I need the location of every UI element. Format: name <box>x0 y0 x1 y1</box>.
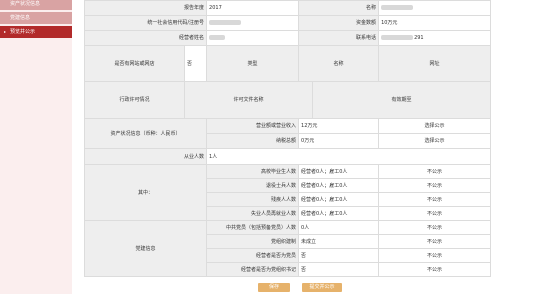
disabled-value: 经营者0人；雇工0人 <box>298 192 380 207</box>
table-row: 资产状况信息（币种：人民币） 营业额或营业收入 12万元 选择公示 <box>83 118 492 149</box>
sidebar-item-preview-publish[interactable]: ▸ 预览并公示 <box>0 26 72 38</box>
sidebar: 资产状况信息 党建信息 ▸ 预览并公示 <box>0 0 72 294</box>
operator-secretary-status: 不公示 <box>378 262 492 277</box>
sidebar-item-label: 预览并公示 <box>10 29 36 35</box>
table-row: 报告年度 2017 名称 <box>83 0 492 16</box>
redacted-text <box>209 20 242 25</box>
revenue-value: 12万元 <box>298 118 380 134</box>
tax-value: 0万元 <box>298 133 380 149</box>
reemployed-label: 失业人员再就业人数 <box>206 206 300 221</box>
website-url-header: 网址 <box>378 45 492 82</box>
report-table: 报告年度 2017 名称 统一社会信用代码/注册号 资金数额 10万元 经营者姓… <box>83 0 492 277</box>
graduates-value: 经营者0人；雇工0人 <box>298 164 380 179</box>
chevron-right-icon: ▸ <box>4 29 7 34</box>
table-row: 党建信息 中共党员（包括预备党员）人数 0人 不公示 <box>83 220 492 277</box>
redacted-text <box>381 35 414 40</box>
license-name-header: 许可文件名称 <box>183 81 314 119</box>
name-label: 名称 <box>298 0 380 16</box>
save-button[interactable]: 保存 <box>258 283 290 292</box>
revenue-label: 营业额或营业收入 <box>206 118 300 134</box>
redacted-text <box>209 35 226 40</box>
tax-status: 选择公示 <box>378 133 492 149</box>
operator-label: 经营者姓名 <box>83 30 208 46</box>
name-value <box>378 0 492 16</box>
phone-label: 联系电话 <box>298 30 380 46</box>
capital-label: 资金数额 <box>298 15 380 31</box>
sidebar-item-label: 党建信息 <box>10 15 31 21</box>
assets-label: 资产状况信息（币种：人民币） <box>83 118 208 149</box>
operator-member-label: 经营者是否为党员 <box>206 248 300 263</box>
operator-secretary-label: 经营者是否为党组织书记 <box>206 262 300 277</box>
redacted-text <box>381 5 414 10</box>
sidebar-item-assets[interactable]: 资产状况信息 <box>0 0 72 10</box>
operator-member-value: 否 <box>298 248 380 263</box>
sidebar-item-label: 资产状况信息 <box>10 1 41 7</box>
website-value: 否 <box>183 45 208 82</box>
party-members-value: 0人 <box>298 220 380 235</box>
submit-publish-button[interactable]: 提交并公示 <box>302 283 342 292</box>
website-name-header: 名称 <box>298 45 380 82</box>
operator-value <box>206 30 300 46</box>
license-expiry-header: 有效期至 <box>312 81 492 119</box>
sidebar-item-party[interactable]: 党建信息 <box>0 12 72 24</box>
disabled-label: 残疾人人数 <box>206 192 300 207</box>
reemployed-status: 不公示 <box>378 206 492 221</box>
report-year-label: 报告年度 <box>83 0 208 16</box>
table-row: 行政许可情况 许可文件名称 有效期至 <box>84 81 492 119</box>
veterans-status: 不公示 <box>378 178 492 193</box>
reemployed-value: 经营者0人；雇工0人 <box>298 206 380 221</box>
veterans-value: 经营者0人；雇工0人 <box>298 178 380 193</box>
operator-member-status: 不公示 <box>378 248 492 263</box>
veterans-label: 退役士兵人数 <box>206 178 300 193</box>
table-row: 统一社会信用代码/注册号 资金数额 10万元 <box>83 15 492 31</box>
revenue-status: 选择公示 <box>378 118 492 134</box>
report-preview: 报告年度 2017 名称 统一社会信用代码/注册号 资金数额 10万元 经营者姓… <box>83 0 492 294</box>
party-org-status: 不公示 <box>378 234 492 249</box>
party-org-value: 未成立 <box>298 234 380 249</box>
table-row: 是否有网站或网店 否 类型 名称 网址 <box>84 45 492 82</box>
capital-value: 10万元 <box>378 15 492 31</box>
credit-code-value <box>206 15 300 31</box>
website-type-header: 类型 <box>206 45 300 82</box>
party-label: 党建信息 <box>83 220 208 277</box>
website-label: 是否有网站或网店 <box>84 45 185 82</box>
party-org-label: 党组织建制 <box>206 234 300 249</box>
table-row: 其中： 高校毕业生人数 经营者0人；雇工0人 不公示 <box>83 164 492 221</box>
including-label: 其中： <box>83 164 208 221</box>
license-label: 行政许可情况 <box>84 81 185 119</box>
table-row: 经营者姓名 联系电话 291 <box>83 30 492 46</box>
disabled-status: 不公示 <box>378 192 492 207</box>
report-year-value: 2017 <box>206 0 300 16</box>
phone-value: 291 <box>378 30 492 46</box>
employees-label: 从业人数 <box>83 148 208 165</box>
tax-label: 纳税总额 <box>206 133 300 149</box>
employees-value: 1人 <box>206 148 492 165</box>
credit-code-label: 统一社会信用代码/注册号 <box>83 15 208 31</box>
party-members-status: 不公示 <box>378 220 492 235</box>
phone-suffix: 291 <box>414 35 424 41</box>
party-members-label: 中共党员（包括预备党员）人数 <box>206 220 300 235</box>
graduates-label: 高校毕业生人数 <box>206 164 300 179</box>
table-row: 从业人数 1人 <box>83 148 492 165</box>
operator-secretary-value: 否 <box>298 262 380 277</box>
graduates-status: 不公示 <box>378 164 492 179</box>
